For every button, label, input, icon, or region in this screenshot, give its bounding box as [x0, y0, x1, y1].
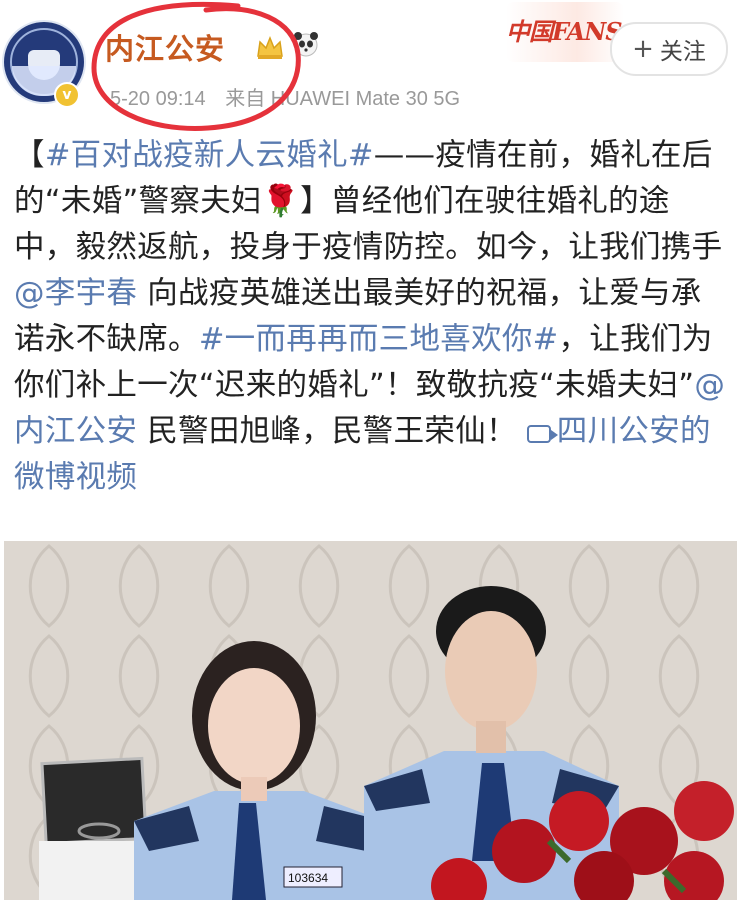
follow-label: 关注: [659, 39, 706, 65]
annotation-circle-overlay: [91, 1, 301, 131]
post-device: 来自 HUAWEI Mate 30 5G: [225, 88, 461, 110]
hashtag-link[interactable]: #一而再再而三地喜欢你#: [199, 322, 559, 357]
video-scene: 103634: [4, 541, 737, 900]
video-thumbnail[interactable]: 103634: [4, 541, 737, 900]
hashtag-link[interactable]: #百对战疫新人云婚礼#: [45, 138, 374, 173]
text-segment: 【: [14, 138, 45, 173]
text-segment: 民警田旭峰，民警王荣仙！: [137, 414, 527, 449]
panda-icon: [294, 32, 318, 57]
follow-button[interactable]: + 关注: [610, 22, 728, 76]
fans-badge: 中国FANS: [506, 2, 624, 62]
plus-icon: +: [632, 34, 654, 64]
account-name[interactable]: 内江公安: [105, 26, 225, 68]
post-meta: 5-20 09:14 来自 HUAWEI Mate 30 5G: [110, 82, 460, 111]
verified-icon: v: [54, 82, 80, 108]
post-body: 【#百对战疫新人云婚礼#——疫情在前，婚礼在后的“未婚”警察夫妇🌹】曾经他们在驶…: [14, 133, 729, 501]
mention-link[interactable]: @李宇春: [14, 276, 137, 311]
badge-number-text: 103634: [288, 871, 328, 885]
video-icon: [526, 425, 558, 443]
post-header: v 内江公安 5-20 09:14 来自 HUAWEI Mate 30 5G 中…: [0, 0, 737, 131]
crown-icon: [257, 35, 283, 59]
post-time: 5-20 09:14: [110, 88, 206, 110]
rose-icon: 🌹: [261, 184, 301, 219]
